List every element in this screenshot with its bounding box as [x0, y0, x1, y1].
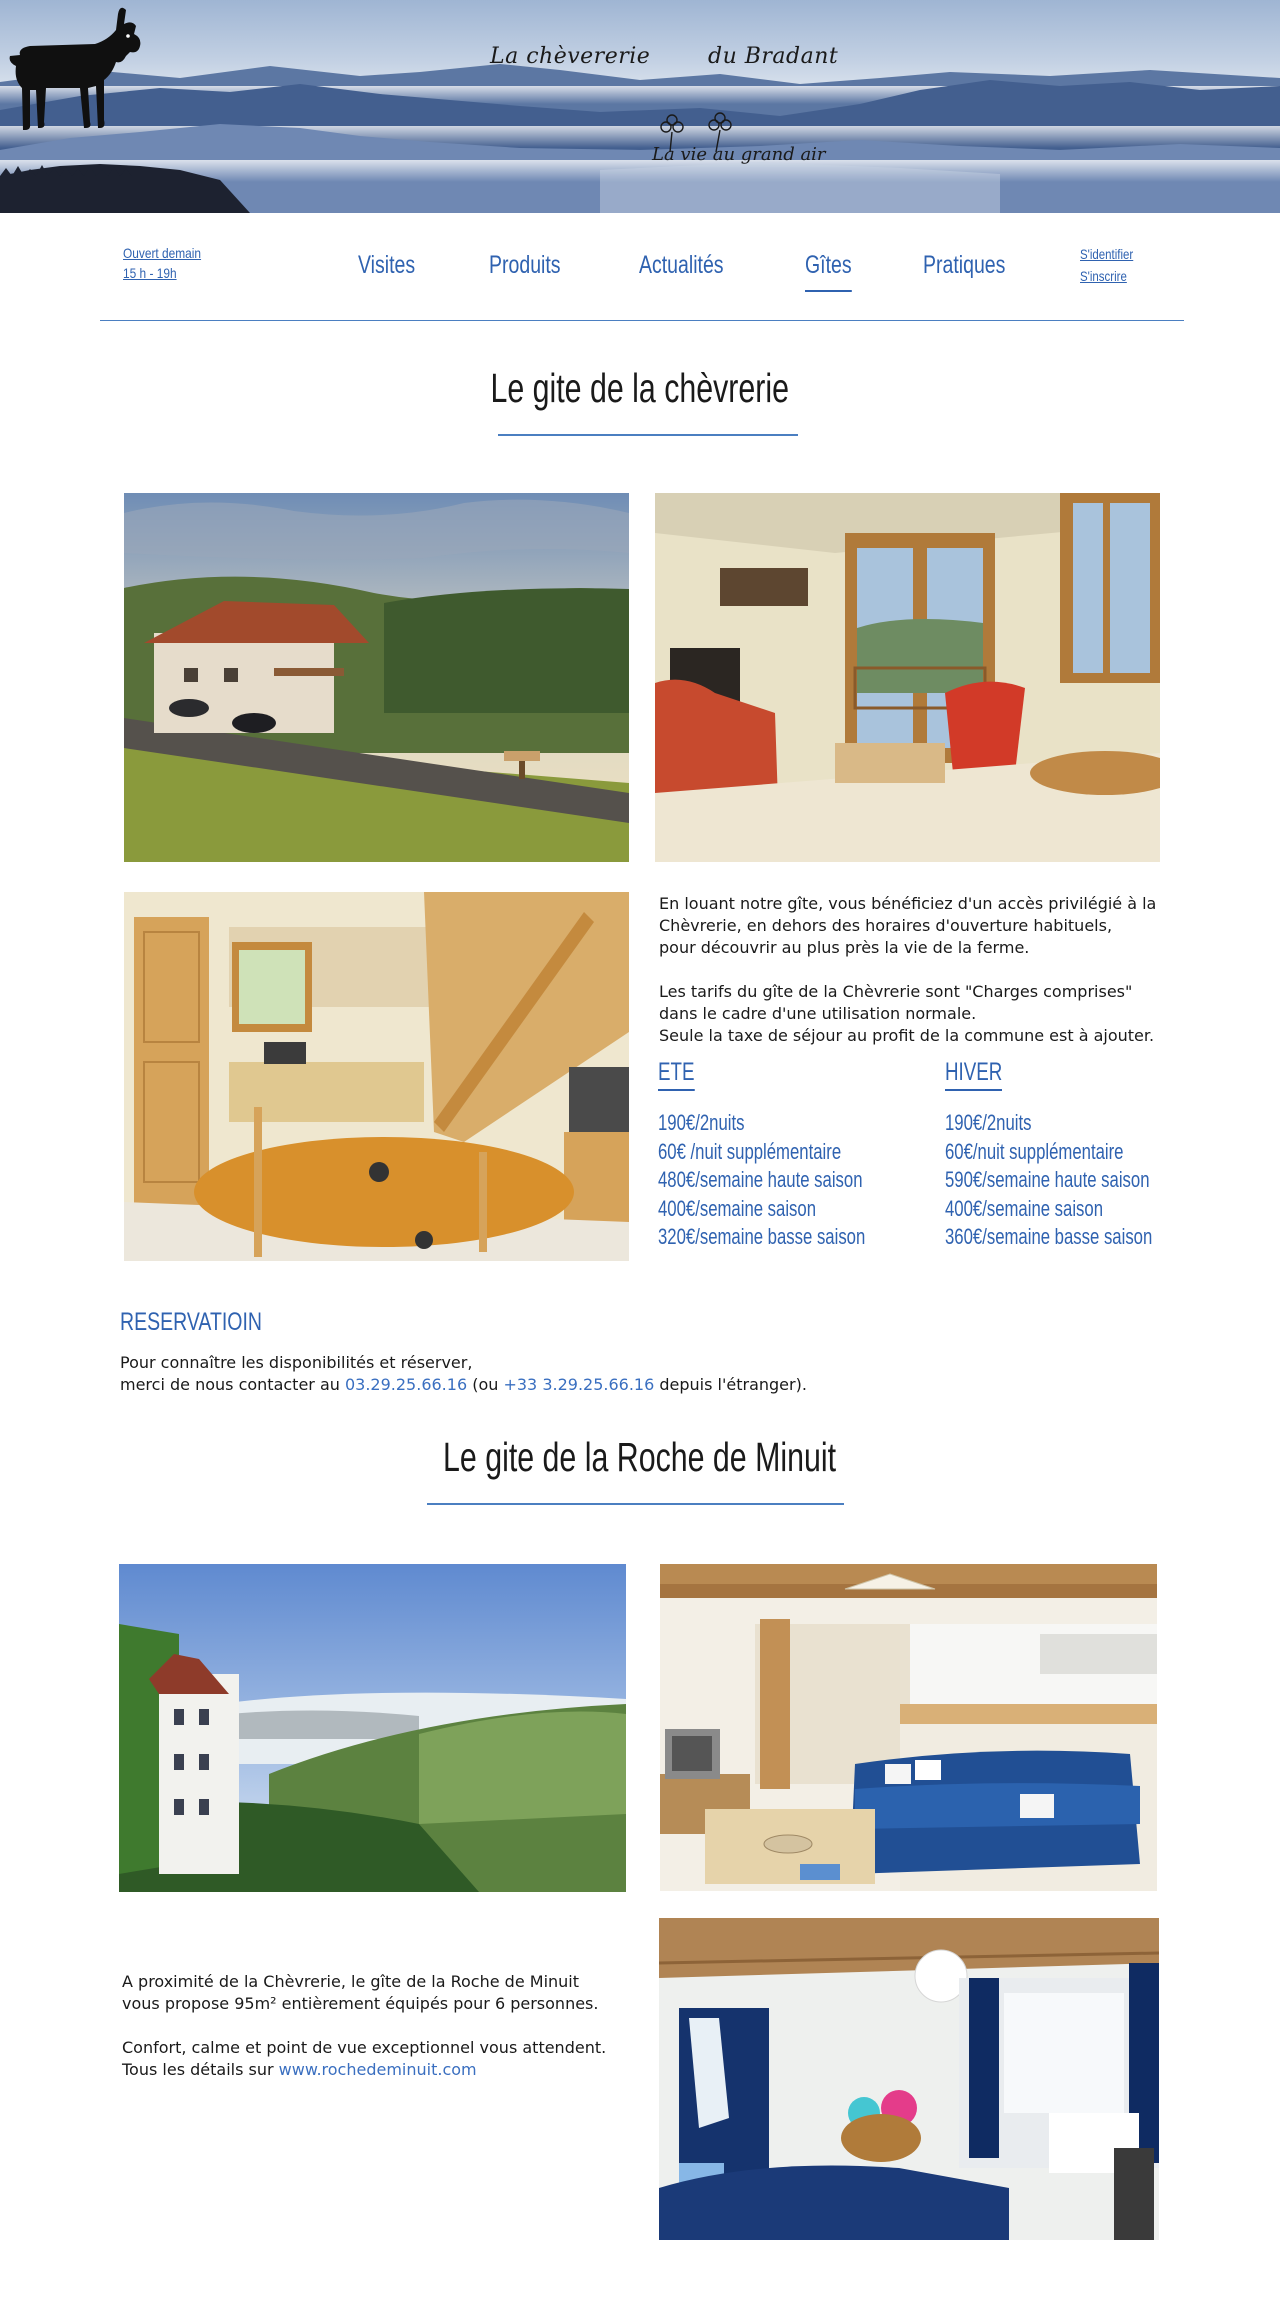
gite1-tarif-line1: Les tarifs du gîte de la Chèvrerie sont … — [659, 982, 1133, 1001]
section-gite-chevrerie-title: Le gite de la chèvrerie — [0, 365, 1280, 412]
winter-price-item: 400€/semaine saison — [945, 1195, 1104, 1221]
opening-time[interactable]: 15 h - 19h — [123, 263, 201, 283]
opening-day[interactable]: Ouvert demain — [123, 243, 201, 263]
nav-item-visites[interactable]: Visites — [358, 251, 415, 280]
gite1-description: En louant notre gîte, vous bénéficiez d'… — [659, 893, 1156, 1069]
summer-price-item: 480€/semaine haute saison — [658, 1167, 863, 1192]
gite2-line1: A proximité de la Chèvrerie, le gîte de … — [122, 1972, 580, 1991]
winter-price-item: 590€/semaine haute saison — [945, 1167, 1150, 1192]
page-title: Le gite de la chèvrerie — [490, 365, 790, 411]
photo-roche-lounge — [660, 1564, 1157, 1891]
winter-price-item: 360€/semaine basse saison — [945, 1224, 1153, 1249]
account-links: S'identifier S'inscrire — [1080, 243, 1145, 287]
summer-price-item: 400€/semaine saison — [658, 1195, 817, 1221]
winter-title: HIVER — [945, 1058, 1003, 1091]
nav-item-pratiques[interactable]: Pratiques — [923, 251, 1005, 280]
title-underline — [427, 1503, 844, 1505]
goat-logo-icon — [9, 7, 141, 130]
photo-gite-living-room — [655, 493, 1160, 862]
register-link[interactable]: S'inscrire — [1080, 265, 1133, 287]
photo-gite-exterior — [124, 493, 629, 862]
website-link[interactable]: www.rochedeminuit.com — [279, 2060, 477, 2079]
reservation-title: RESERVATIOIN — [120, 1308, 262, 1336]
summer-price-item: 320€/semaine basse saison — [658, 1224, 866, 1249]
reservation-line1: Pour connaître les disponibilités et rés… — [120, 1353, 473, 1372]
price-list-winter: HIVER 190€/2nuits 60€/nuit supplémentair… — [945, 1058, 1218, 1252]
login-link[interactable]: S'identifier — [1080, 243, 1133, 265]
gite2-line4-prefix: Tous les détails sur — [122, 2060, 279, 2079]
phone-local-link[interactable]: 03.29.25.66.16 — [345, 1375, 467, 1394]
brand-name-part2: du Bradant — [708, 44, 839, 69]
title-underline — [498, 434, 798, 436]
price-list-summer: ETE 190€/2nuits 60€ /nuit supplémentaire… — [658, 1058, 931, 1252]
opening-hours[interactable]: Ouvert demain 15 h - 19h — [123, 243, 215, 283]
reservation-text: Pour connaître les disponibilités et rés… — [120, 1352, 807, 1418]
gite1-intro-line3: pour découvrir au plus près la vie de la… — [659, 938, 1030, 957]
summer-title: ETE — [658, 1058, 695, 1091]
gite2-line2: vous propose 95m² entièrement équipés po… — [122, 1994, 599, 2013]
reservation-line2-prefix: merci de nous contacter au — [120, 1375, 345, 1394]
section-gite-roche-title: Le gite de la Roche de Minuit — [0, 1434, 1280, 1481]
reservation-line2-middle: (ou — [467, 1375, 504, 1394]
nav-item-gites[interactable]: Gîtes — [805, 251, 852, 292]
photo-roche-valley-view — [119, 1564, 626, 1892]
winter-price-item: 190€/2nuits — [945, 1110, 1032, 1135]
winter-price-item: 60€/nuit supplémentaire — [945, 1138, 1124, 1164]
main-navigation: Ouvert demain 15 h - 19h Visites Produit… — [100, 213, 1184, 321]
nav-item-actualites[interactable]: Actualités — [639, 251, 724, 280]
nav-menu: Visites Produits Actualités Gîtes Pratiq… — [358, 251, 1087, 292]
brand-name-part1: La chèvererie — [490, 44, 651, 69]
gite1-intro-line1: En louant notre gîte, vous bénéficiez d'… — [659, 894, 1157, 913]
brand-tagline: La vie au grand air — [652, 144, 826, 165]
gite1-tarif-line3: Seule la taxe de séjour au profit de la … — [659, 1026, 1155, 1045]
gite2-description: A proximité de la Chèvrerie, le gîte de … — [122, 1971, 606, 2103]
mountain-landscape-image — [0, 64, 1280, 213]
phone-international-link[interactable]: +33 3.29.25.66.16 — [503, 1375, 654, 1394]
header-banner: La chèvererie du Bradant La vie au grand… — [0, 0, 1280, 213]
gite1-tarif-line2: dans le cadre d'une utilisation normale. — [659, 1004, 977, 1023]
reservation-line2-suffix: depuis l'étranger). — [654, 1375, 807, 1394]
summer-price-item: 60€ /nuit supplémentaire — [658, 1138, 842, 1164]
photo-roche-bedroom — [659, 1918, 1159, 2240]
summer-price-item: 190€/2nuits — [658, 1110, 745, 1135]
section-title: Le gite de la Roche de Minuit — [443, 1434, 837, 1480]
photo-gite-kitchen — [124, 892, 629, 1261]
gite1-intro-line2: Chèvrerie, en dehors des horaires d'ouve… — [659, 916, 1113, 935]
gite2-line3: Confort, calme et point de vue exception… — [122, 2038, 607, 2057]
nav-item-produits[interactable]: Produits — [489, 251, 561, 280]
